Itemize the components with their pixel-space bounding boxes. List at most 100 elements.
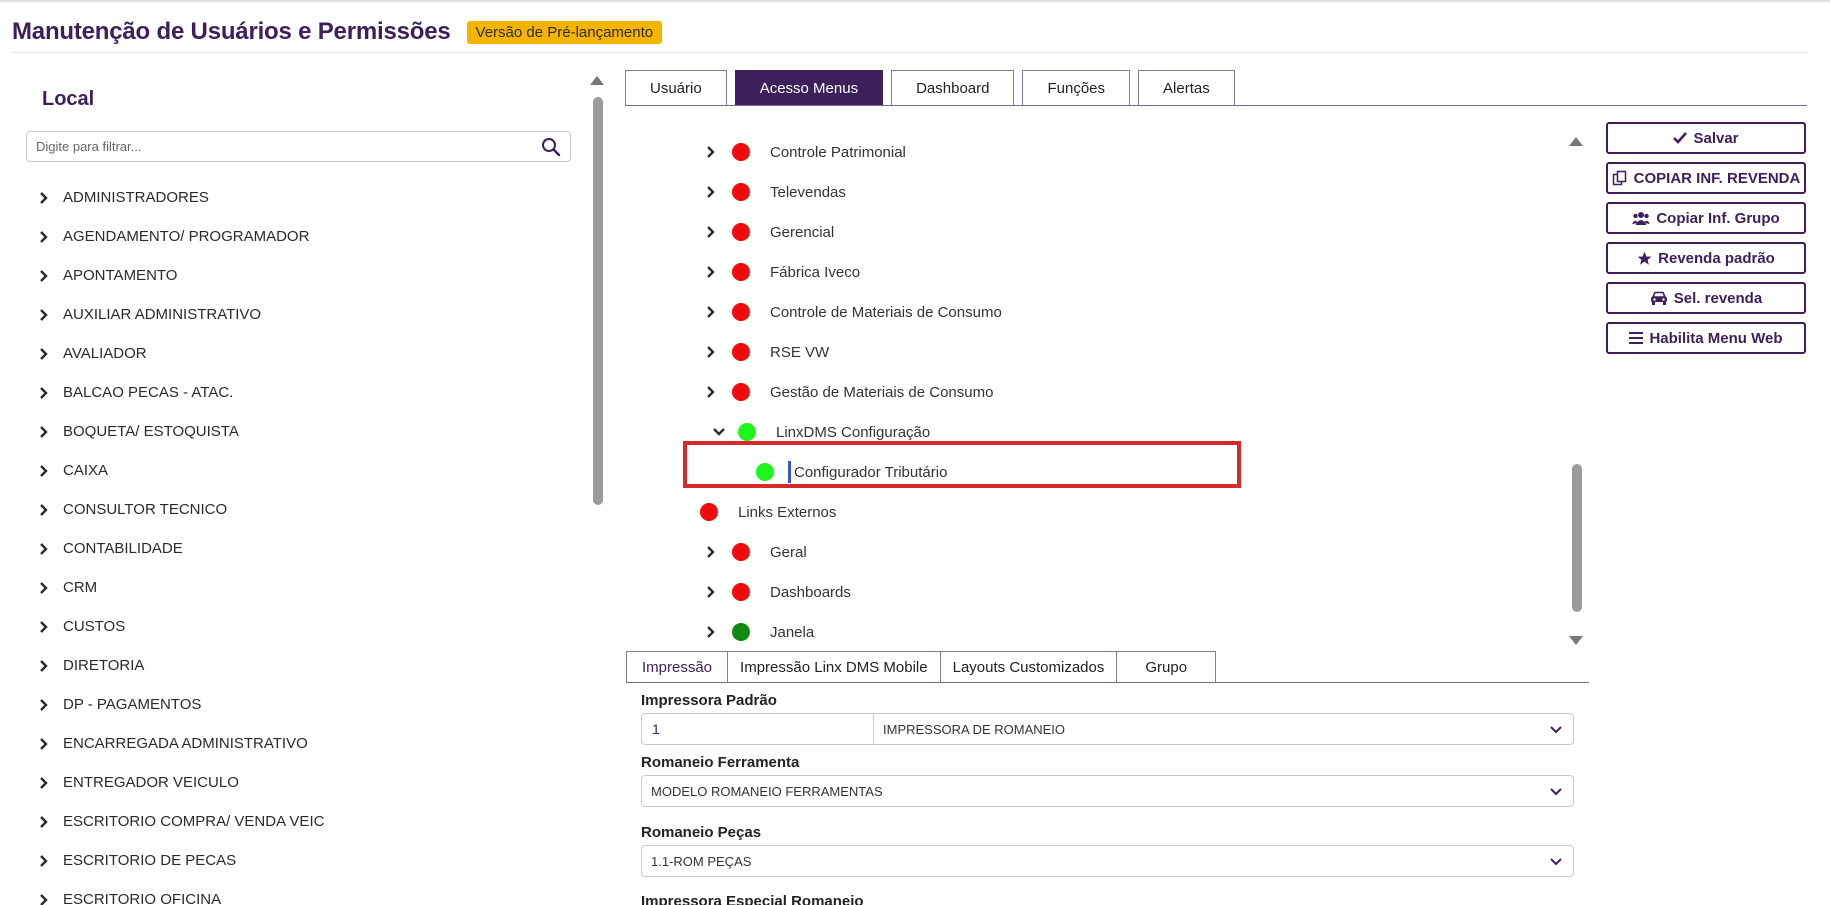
copy-revenda-button[interactable]: COPIAR INF. REVENDA: [1606, 162, 1806, 194]
subtab-0[interactable]: Impressão: [626, 651, 729, 683]
tree-row[interactable]: Dashboards: [700, 572, 1560, 612]
expand-toggle[interactable]: [700, 145, 732, 159]
romaneio-ferramenta-select[interactable]: MODELO ROMANEIO FERRAMENTAS: [641, 775, 1574, 807]
local-item[interactable]: ESCRITORIO OFICINA: [30, 880, 570, 905]
impressora-code[interactable]: 1: [642, 714, 874, 744]
local-item[interactable]: BALCAO PECAS - ATAC.: [30, 373, 570, 412]
chevron-right-icon[interactable]: [706, 625, 716, 639]
chevron-right-icon[interactable]: [706, 345, 716, 359]
tab-0[interactable]: Usuário: [625, 70, 727, 105]
save-button[interactable]: Salvar: [1606, 122, 1806, 154]
status-dot[interactable]: [732, 303, 750, 321]
expand-toggle[interactable]: [700, 625, 732, 639]
romaneio-pecas-select[interactable]: 1.1-ROM PEÇAS: [641, 845, 1574, 877]
chevron-right-icon[interactable]: [30, 542, 63, 556]
search-icon[interactable]: [541, 137, 561, 157]
chevron-right-icon[interactable]: [30, 854, 63, 868]
chevron-down-icon[interactable]: [712, 427, 726, 437]
chevron-right-icon[interactable]: [706, 385, 716, 399]
subtab-2[interactable]: Layouts Customizados: [939, 651, 1118, 683]
chevron-right-icon[interactable]: [39, 893, 49, 905]
tree-scroll-down-icon[interactable]: [1569, 636, 1583, 645]
tree-scroll-up-icon[interactable]: [1569, 137, 1583, 146]
local-filter-input[interactable]: [27, 132, 527, 161]
chevron-right-icon[interactable]: [30, 269, 63, 283]
local-item[interactable]: CONSULTOR TECNICO: [30, 490, 570, 529]
chevron-right-icon[interactable]: [706, 585, 716, 599]
chevron-right-icon[interactable]: [39, 269, 49, 283]
chevron-right-icon[interactable]: [30, 659, 63, 673]
tree-row[interactable]: Controle Patrimonial: [700, 132, 1560, 172]
chevron-right-icon[interactable]: [30, 464, 63, 478]
chevron-right-icon[interactable]: [30, 308, 63, 322]
tab-1[interactable]: Acesso Menus: [734, 70, 884, 105]
expand-toggle[interactable]: [700, 305, 732, 319]
tree-row[interactable]: Links Externos: [692, 492, 1560, 532]
chevron-right-icon[interactable]: [30, 893, 63, 905]
tree-row[interactable]: RSE VW: [700, 332, 1560, 372]
status-dot[interactable]: [732, 263, 750, 281]
habilita-menu-button[interactable]: Habilita Menu Web: [1606, 322, 1806, 354]
tree-scroll-thumb[interactable]: [1572, 464, 1582, 612]
local-item[interactable]: ENCARREGADA ADMINISTRATIVO: [30, 724, 570, 763]
local-item[interactable]: ESCRITORIO DE PECAS: [30, 841, 570, 880]
local-item[interactable]: ENTREGADOR VEICULO: [30, 763, 570, 802]
local-item[interactable]: CONTABILIDADE: [30, 529, 570, 568]
chevron-right-icon[interactable]: [39, 191, 49, 205]
revenda-padrao-button[interactable]: Revenda padrão: [1606, 242, 1806, 274]
chevron-right-icon[interactable]: [30, 620, 63, 634]
chevron-right-icon[interactable]: [30, 230, 63, 244]
status-dot[interactable]: [738, 423, 756, 441]
chevron-right-icon[interactable]: [30, 503, 63, 517]
local-item[interactable]: DP - PAGAMENTOS: [30, 685, 570, 724]
local-item[interactable]: CAIXA: [30, 451, 570, 490]
chevron-right-icon[interactable]: [30, 347, 63, 361]
chevron-right-icon[interactable]: [39, 620, 49, 634]
chevron-right-icon[interactable]: [30, 698, 63, 712]
local-item[interactable]: AGENDAMENTO/ PROGRAMADOR: [30, 217, 570, 256]
tree-row[interactable]: Geral: [700, 532, 1560, 572]
chevron-right-icon[interactable]: [39, 308, 49, 322]
tree-row[interactable]: Janela: [700, 612, 1560, 652]
chevron-right-icon[interactable]: [706, 305, 716, 319]
local-filter[interactable]: [26, 131, 571, 162]
chevron-right-icon[interactable]: [39, 464, 49, 478]
chevron-right-icon[interactable]: [706, 185, 716, 199]
chevron-right-icon[interactable]: [706, 545, 716, 559]
local-scroll-up-icon[interactable]: [590, 76, 604, 85]
tab-2[interactable]: Dashboard: [891, 70, 1015, 105]
chevron-right-icon[interactable]: [30, 386, 63, 400]
chevron-right-icon[interactable]: [706, 145, 716, 159]
chevron-right-icon[interactable]: [30, 737, 63, 751]
chevron-right-icon[interactable]: [30, 815, 63, 829]
status-dot[interactable]: [732, 343, 750, 361]
tree-row[interactable]: Fábrica Iveco: [700, 252, 1560, 292]
chevron-down-icon[interactable]: [1549, 723, 1563, 737]
status-dot[interactable]: [732, 583, 750, 601]
status-dot[interactable]: [732, 223, 750, 241]
chevron-down-icon[interactable]: [1549, 855, 1563, 869]
expand-toggle[interactable]: [700, 185, 732, 199]
expand-toggle[interactable]: [700, 545, 732, 559]
chevron-right-icon[interactable]: [39, 347, 49, 361]
chevron-right-icon[interactable]: [39, 776, 49, 790]
local-item[interactable]: APONTAMENTO: [30, 256, 570, 295]
chevron-right-icon[interactable]: [706, 225, 716, 239]
sel-revenda-button[interactable]: Sel. revenda: [1606, 282, 1806, 314]
tab-3[interactable]: Funções: [1022, 70, 1131, 105]
local-item[interactable]: ESCRITORIO COMPRA/ VENDA VEIC: [30, 802, 570, 841]
chevron-right-icon[interactable]: [39, 815, 49, 829]
status-dot[interactable]: [732, 383, 750, 401]
local-item[interactable]: CRM: [30, 568, 570, 607]
local-item[interactable]: CUSTOS: [30, 607, 570, 646]
expand-toggle[interactable]: [700, 585, 732, 599]
chevron-right-icon[interactable]: [39, 581, 49, 595]
chevron-right-icon[interactable]: [39, 542, 49, 556]
chevron-right-icon[interactable]: [39, 386, 49, 400]
status-dot[interactable]: [732, 183, 750, 201]
chevron-right-icon[interactable]: [30, 191, 63, 205]
chevron-right-icon[interactable]: [30, 581, 63, 595]
expand-toggle[interactable]: [700, 265, 732, 279]
chevron-right-icon[interactable]: [39, 503, 49, 517]
chevron-right-icon[interactable]: [39, 230, 49, 244]
